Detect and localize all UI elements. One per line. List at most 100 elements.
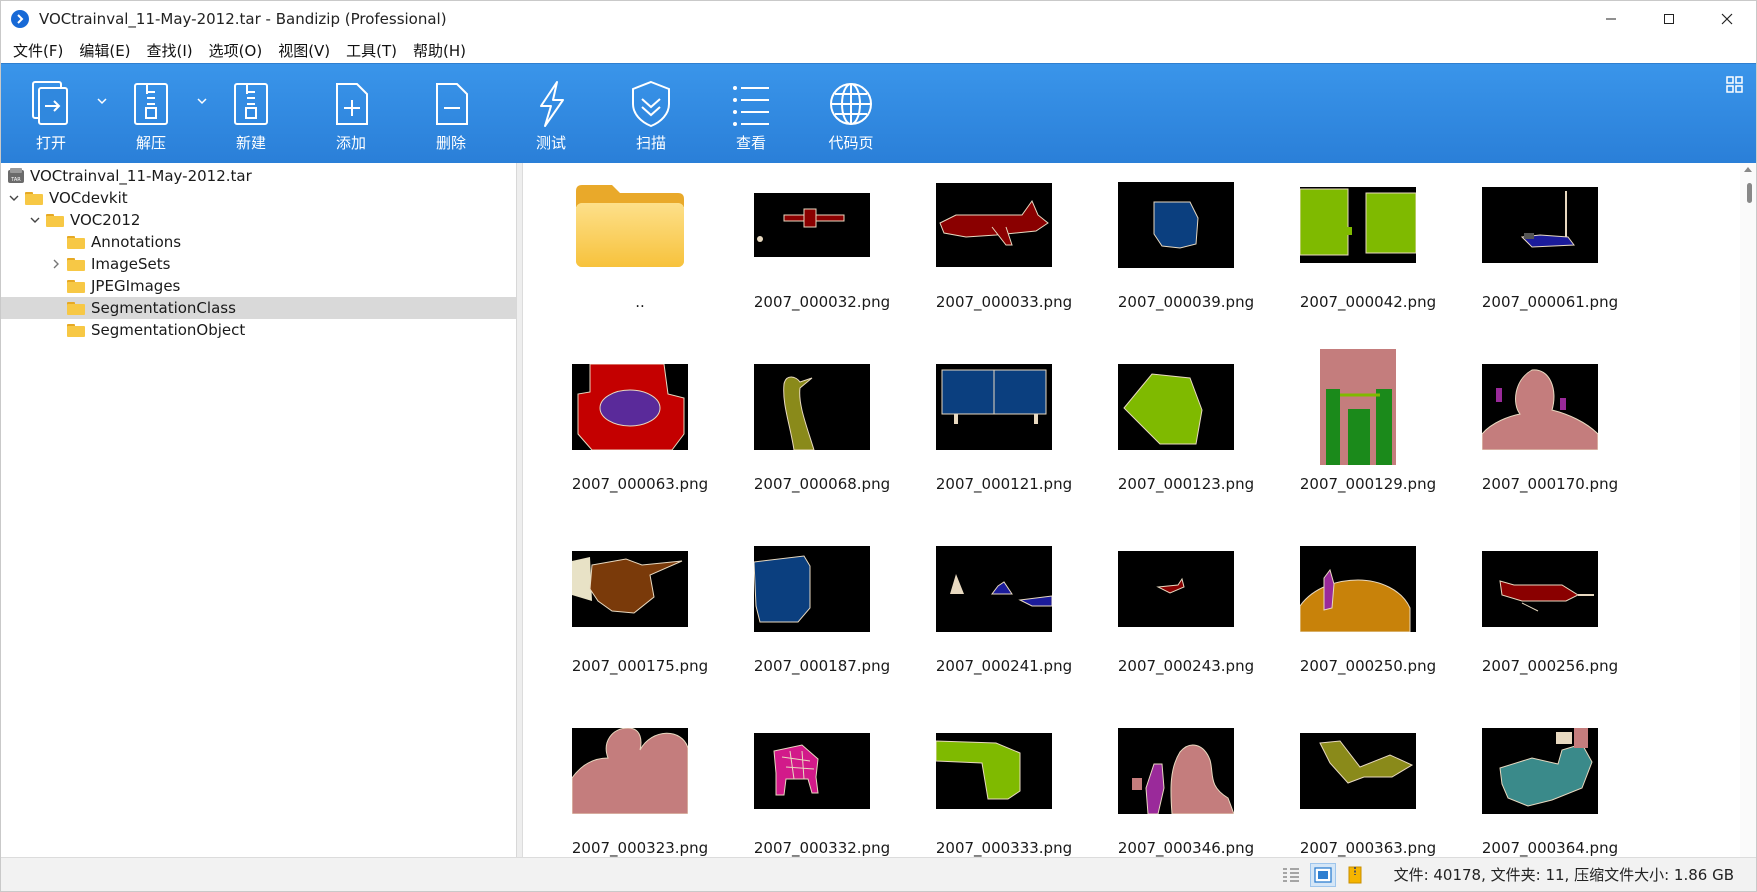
file-thumbnail-item[interactable]: 2007_000129.png — [1277, 349, 1459, 531]
file-name-label: 2007_000121.png — [935, 475, 1073, 493]
segmentation-mask-thumbnail — [566, 359, 694, 455]
segmentation-mask-thumbnail — [566, 541, 694, 637]
archive-tar-icon: TAR — [8, 168, 24, 183]
extract-label: 解压 — [135, 134, 166, 152]
file-thumbnail-item[interactable]: 2007_000175.png — [549, 531, 731, 713]
file-thumbnail-item[interactable]: 2007_000123.png — [1095, 349, 1277, 531]
tree-item-jpegimages[interactable]: JPEGImages — [1, 275, 516, 297]
extract-button[interactable]: 解压 — [101, 64, 201, 164]
menu-view[interactable]: 视图(V) — [270, 40, 338, 61]
file-thumbnail-item[interactable]: 2007_000068.png — [731, 349, 913, 531]
file-name-label: 2007_000364.png — [1481, 839, 1619, 857]
tree-root[interactable]: TAR VOCtrainval_11-May-2012.tar — [1, 165, 516, 187]
archive-info-button[interactable] — [1342, 863, 1368, 887]
file-thumbnail-item[interactable]: 2007_000170.png — [1459, 349, 1641, 531]
minimize-icon — [1606, 18, 1616, 20]
segmentation-mask-thumbnail — [1476, 359, 1604, 455]
file-thumbnail-item[interactable]: 2007_000033.png — [913, 167, 1095, 349]
tree-item-segmentationobject[interactable]: SegmentationObject — [1, 319, 516, 341]
thumbnail-view-button[interactable] — [1309, 862, 1336, 887]
details-view-button[interactable] — [1278, 863, 1304, 887]
file-view: .. 2007_000032.png 2007_000033.png 2007_000… — [523, 163, 1756, 857]
menu-edit[interactable]: 编辑(E) — [71, 40, 138, 61]
file-thumbnail-item[interactable]: 2007_000039.png — [1095, 167, 1277, 349]
parent-folder-item[interactable]: .. — [549, 167, 731, 349]
tree-item-imagesets[interactable]: ImageSets — [1, 253, 516, 275]
open-button[interactable]: 打开 — [1, 64, 101, 164]
file-name-label: 2007_000175.png — [571, 657, 709, 675]
new-label: 新建 — [235, 134, 266, 152]
segmentation-mask-thumbnail — [1476, 177, 1604, 273]
file-thumbnail-item[interactable]: 2007_000332.png — [731, 713, 913, 857]
folder-icon — [67, 235, 85, 249]
new-button[interactable]: 新建 — [201, 64, 301, 164]
file-thumbnail-item[interactable]: 2007_000363.png — [1277, 713, 1459, 857]
file-thumbnail-item[interactable]: 2007_000061.png — [1459, 167, 1641, 349]
segmentation-mask-thumbnail — [748, 177, 876, 273]
chevron-right-icon[interactable] — [49, 257, 63, 271]
add-file-icon — [336, 83, 368, 125]
add-button[interactable]: 添加 — [301, 64, 401, 164]
close-button[interactable] — [1698, 1, 1756, 37]
test-button[interactable]: 测试 — [501, 64, 601, 164]
file-name-label: 2007_000170.png — [1481, 475, 1619, 493]
file-thumbnail-item[interactable]: 2007_000121.png — [913, 349, 1095, 531]
codepage-button[interactable]: 代码页 — [801, 64, 901, 164]
delete-button[interactable]: 删除 — [401, 64, 501, 164]
file-name-label: 2007_000129.png — [1299, 475, 1437, 493]
vertical-scrollbar[interactable] — [1740, 163, 1756, 857]
file-thumbnail-item[interactable]: 2007_000256.png — [1459, 531, 1641, 713]
layout-toggle-icon[interactable] — [1726, 76, 1744, 94]
scrollbar-thumb[interactable] — [1747, 183, 1752, 203]
file-thumbnail-item[interactable]: 2007_000364.png — [1459, 713, 1641, 857]
thumbnail-view-icon — [1313, 866, 1332, 883]
file-thumbnail-item[interactable]: 2007_000346.png — [1095, 713, 1277, 857]
file-thumbnail-item[interactable]: 2007_000241.png — [913, 531, 1095, 713]
tree-root-label: VOCtrainval_11-May-2012.tar — [30, 167, 252, 185]
segmentation-mask-thumbnail — [1112, 177, 1240, 273]
list-icon — [733, 86, 769, 126]
file-name-label: 2007_000032.png — [753, 293, 891, 311]
maximize-button[interactable] — [1640, 1, 1698, 37]
folder-icon — [67, 279, 85, 293]
menu-help[interactable]: 帮助(H) — [405, 40, 474, 61]
view-button[interactable]: 查看 — [701, 64, 801, 164]
folder-tree: TAR VOCtrainval_11-May-2012.tar VOCdevki… — [1, 163, 517, 857]
segmentation-mask-thumbnail — [1294, 349, 1422, 465]
minimize-button[interactable] — [1582, 1, 1640, 37]
chevron-down-icon[interactable] — [28, 213, 42, 227]
chevron-down-icon[interactable] — [7, 191, 21, 205]
file-thumbnail-item[interactable]: 2007_000323.png — [549, 713, 731, 857]
scroll-up-arrow-icon[interactable] — [1744, 167, 1752, 172]
thumbnail-grid: .. 2007_000032.png 2007_000033.png 2007_000… — [549, 167, 1641, 857]
file-thumbnail-item[interactable]: 2007_000063.png — [549, 349, 731, 531]
tree-item-segmentationclass[interactable]: SegmentationClass — [1, 297, 516, 319]
folder-icon — [67, 257, 85, 271]
segmentation-mask-thumbnail — [748, 541, 876, 637]
menu-find[interactable]: 查找(I) — [139, 40, 201, 61]
menu-file[interactable]: 文件(F) — [5, 40, 71, 61]
file-thumbnail-item[interactable]: 2007_000032.png — [731, 167, 913, 349]
file-thumbnail-item[interactable]: 2007_000333.png — [913, 713, 1095, 857]
file-name-label: 2007_000033.png — [935, 293, 1073, 311]
tree-item-vocdevkit[interactable]: VOCdevkit — [1, 187, 516, 209]
tree-item-annotations[interactable]: Annotations — [1, 231, 516, 253]
window-title: VOCtrainval_11-May-2012.tar - Bandizip (… — [39, 10, 447, 28]
segmentation-mask-thumbnail — [1294, 541, 1422, 637]
menu-tools[interactable]: 工具(T) — [338, 40, 405, 61]
file-thumbnail-item[interactable]: 2007_000243.png — [1095, 531, 1277, 713]
menu-options[interactable]: 选项(O) — [201, 40, 271, 61]
file-thumbnail-item[interactable]: 2007_000042.png — [1277, 167, 1459, 349]
folder-icon — [67, 301, 85, 315]
scan-button[interactable]: 扫描 — [601, 64, 701, 164]
segmentation-mask-thumbnail — [566, 723, 694, 819]
file-thumbnail-item[interactable]: 2007_000250.png — [1277, 531, 1459, 713]
segmentation-mask-thumbnail — [1112, 359, 1240, 455]
tree-item-voc2012[interactable]: VOC2012 — [1, 209, 516, 231]
file-thumbnail-item[interactable]: 2007_000187.png — [731, 531, 913, 713]
tree-item-label: ImageSets — [91, 255, 171, 273]
file-name-label: 2007_000068.png — [753, 475, 891, 493]
details-view-icon — [1282, 867, 1299, 882]
